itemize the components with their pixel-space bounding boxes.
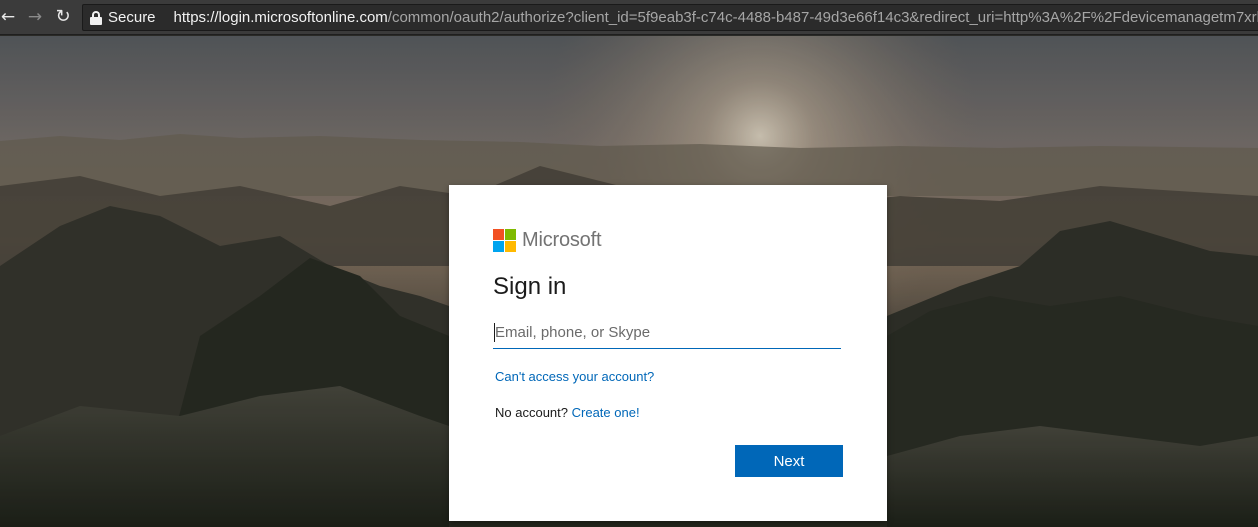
- next-button[interactable]: Next: [735, 445, 843, 477]
- email-field[interactable]: [493, 317, 841, 349]
- text-cursor: [494, 323, 495, 342]
- forward-arrow-icon[interactable]: →: [24, 6, 46, 28]
- back-arrow-icon[interactable]: ←: [0, 6, 19, 28]
- address-bar[interactable]: Secure https://login.microsoftonline.com…: [82, 4, 1258, 31]
- signin-card: Microsoft Sign in Can't access your acco…: [449, 185, 887, 521]
- reload-icon[interactable]: ↻: [52, 6, 74, 28]
- lock-icon: [89, 10, 103, 26]
- browser-toolbar: ← → ↻ Secure https://login.microsoftonli…: [0, 0, 1258, 35]
- page-title: Sign in: [493, 273, 567, 300]
- no-account-label: No account?: [495, 405, 568, 420]
- microsoft-logo-icon: [493, 229, 516, 252]
- brand-name: Microsoft: [522, 229, 602, 251]
- url-host: https://login.microsoftonline.com: [173, 9, 388, 26]
- url-path: /common/oauth2/authorize?client_id=5f9ea…: [387, 9, 1258, 26]
- cant-access-account-link[interactable]: Can't access your account?: [495, 369, 654, 384]
- microsoft-logo: Microsoft: [493, 229, 602, 252]
- secure-label: Secure: [108, 9, 156, 26]
- create-account-link[interactable]: Create one!: [572, 405, 640, 420]
- no-account-row: No account? Create one!: [495, 405, 640, 420]
